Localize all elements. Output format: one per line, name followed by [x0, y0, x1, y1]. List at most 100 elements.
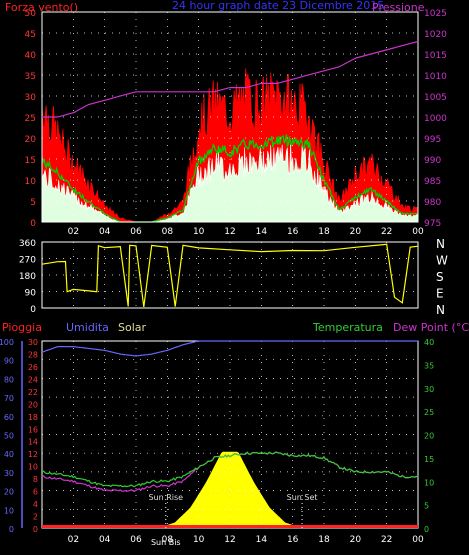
bottom-x-tick-label: 10: [193, 535, 205, 545]
bottom-x-tick-label: 22: [381, 535, 392, 545]
pressure-tick-label: 1005: [424, 93, 447, 103]
wind-tick-label: 20: [25, 135, 37, 145]
sunrise-label: Sun Rise: [148, 493, 183, 502]
wind-tick-label: 45: [25, 30, 36, 40]
humidity-tick-label: 8: [33, 475, 38, 484]
humidity-tick-label: 26: [28, 363, 38, 372]
direction-tick-label: 0: [30, 305, 36, 315]
top-x-tick-label: 18: [318, 227, 330, 237]
direction-tick-label: 180: [19, 272, 36, 282]
compass-label: S: [436, 270, 444, 284]
pressure-tick-label: 1025: [424, 9, 447, 19]
wind-tick-label: 50: [25, 9, 37, 19]
humidity-tick-label: 22: [28, 388, 38, 397]
humidity-tick-label: 14: [28, 438, 38, 447]
wind-pressure-panel: 0510152025303540455097598098599099510001…: [25, 9, 448, 237]
humidity-tick-label: 10: [28, 463, 38, 472]
bottom-x-tick-label: 04: [99, 535, 111, 545]
bottom-x-tick-label: 12: [224, 535, 235, 545]
solar-label: Solar: [118, 321, 147, 334]
bottom-x-tick-label: 18: [318, 535, 330, 545]
top-x-tick-label: 10: [193, 227, 205, 237]
wind-direction-panel: 360270180900NWSEN: [19, 237, 448, 317]
pressure-tick-label: 1015: [424, 51, 447, 61]
pressure-tick-label: 985: [424, 177, 441, 187]
temperature-tick-label: 0: [424, 525, 429, 534]
temperature-tick-label: 5: [424, 502, 429, 511]
temperature-tick-label: 25: [424, 408, 434, 417]
rain-tick-label: 0: [9, 525, 14, 534]
top-x-tick-label: 20: [350, 227, 362, 237]
wind-tick-label: 25: [25, 114, 36, 124]
wind-tick-label: 10: [25, 177, 37, 187]
humidity-tick-label: 20: [28, 400, 38, 409]
rain-tick-label: 20: [4, 488, 14, 497]
compass-label: N: [436, 303, 445, 317]
compass-label: N: [436, 237, 445, 251]
top-x-tick-label: 14: [256, 227, 268, 237]
rain-label: Pioggia: [2, 321, 42, 334]
humidity-tick-label: 12: [28, 450, 38, 459]
temperature-label: Temperatura: [312, 321, 383, 334]
bottom-x-tick-label: 20: [350, 535, 362, 545]
pressure-line: [42, 40, 419, 118]
humidity-tick-label: 4: [33, 500, 38, 509]
dewpoint-label: Dew Point (°C): [393, 321, 469, 334]
pressure-tick-label: 980: [424, 198, 441, 208]
rain-tick-label: 70: [4, 394, 14, 403]
humidity-tick-label: 24: [28, 375, 38, 384]
chart-title: 24 hour graph date 23 Dicembre 2015: [172, 0, 384, 12]
top-x-tick-label: 08: [162, 227, 174, 237]
bottom-x-tick-label: 06: [130, 535, 142, 545]
rain-tick-label: 100: [0, 338, 14, 347]
temperature-tick-label: 30: [424, 385, 434, 394]
sunset-label: Sun Set: [287, 493, 318, 502]
weather-chart: Forza vento() 24 hour graph date 23 Dice…: [0, 0, 469, 547]
temperature-tick-label: 20: [424, 432, 434, 441]
wind-tick-label: 35: [25, 72, 36, 82]
pressure-tick-label: 1010: [424, 72, 447, 82]
top-x-tick-label: 12: [224, 227, 235, 237]
temperature-tick-label: 35: [424, 361, 434, 370]
rain-tick-label: 90: [4, 357, 14, 366]
top-x-tick-label: 06: [130, 227, 142, 237]
bottom-x-tick-label: 16: [287, 535, 299, 545]
pressure-tick-label: 995: [424, 135, 441, 145]
humidity-tick-label: 18: [28, 413, 38, 422]
wind-direction-line: [41, 243, 419, 307]
top-x-tick-label: 00: [412, 227, 424, 237]
humidity-tick-label: 2: [33, 513, 38, 522]
rain-tick-label: 10: [4, 506, 14, 515]
compass-label: E: [436, 287, 444, 301]
humidity-tick-label: 6: [33, 488, 38, 497]
direction-tick-label: 360: [19, 239, 36, 249]
pressure-tick-label: 1000: [424, 114, 447, 124]
wind-tick-label: 40: [25, 51, 37, 61]
humidity-tick-label: 16: [28, 425, 38, 434]
wind-tick-label: 15: [25, 156, 36, 166]
top-x-tick-label: 16: [287, 227, 299, 237]
direction-tick-label: 90: [25, 289, 37, 299]
bottom-x-tick-label: 14: [256, 535, 268, 545]
humidity-tick-label: 0: [33, 525, 38, 534]
humidity-tick-label: 30: [28, 338, 38, 347]
humidity-tick-label: 28: [28, 350, 38, 359]
top-x-tick-label: 22: [381, 227, 392, 237]
bottom-x-tick-label: 00: [412, 535, 424, 545]
rain-tick-label: 40: [4, 450, 14, 459]
wind-tick-label: 0: [30, 219, 36, 229]
humidity-label: Umidita: [66, 321, 109, 334]
bottom-x-tick-label: 02: [68, 535, 79, 545]
direction-tick-label: 270: [19, 256, 36, 266]
rain-tick-label: 30: [4, 469, 14, 478]
rain-bar: [42, 525, 418, 528]
wind-tick-label: 5: [30, 198, 36, 208]
rain-tick-label: 60: [4, 413, 14, 422]
rain-tick-label: 80: [4, 375, 14, 384]
pressure-tick-label: 975: [424, 219, 441, 229]
top-x-tick-label: 04: [99, 227, 111, 237]
sundown-label: Sun Bis: [151, 538, 181, 547]
pressure-tick-label: 1020: [424, 30, 447, 40]
temperature-humidity-panel: 0102030405060708090100024681012141618202…: [0, 338, 434, 547]
temperature-tick-label: 15: [424, 455, 434, 464]
